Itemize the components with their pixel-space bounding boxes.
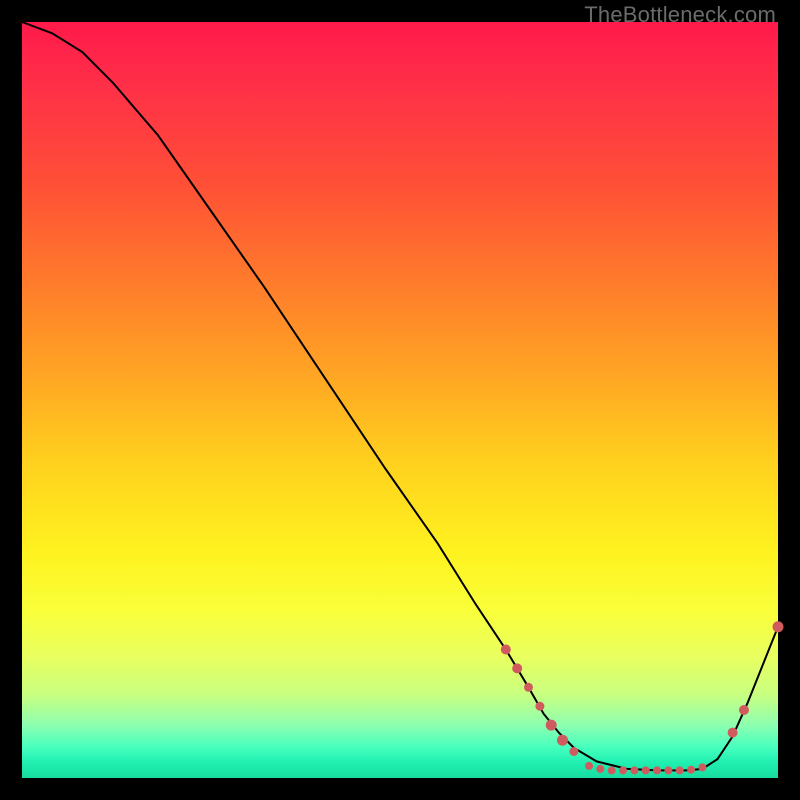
data-marker	[596, 765, 604, 773]
data-marker	[608, 766, 616, 774]
data-marker	[676, 766, 684, 774]
data-marker	[619, 766, 627, 774]
data-marker	[569, 747, 578, 756]
data-markers	[501, 621, 784, 774]
data-marker	[512, 663, 522, 673]
data-marker	[687, 766, 695, 774]
data-marker	[739, 705, 749, 715]
data-marker	[501, 645, 511, 655]
data-marker	[546, 720, 557, 731]
data-marker	[642, 766, 650, 774]
data-marker	[585, 762, 593, 770]
chart-overlay	[22, 22, 778, 778]
data-marker	[773, 621, 784, 632]
curve-line	[22, 22, 778, 770]
data-marker	[698, 763, 706, 771]
data-marker	[557, 735, 568, 746]
data-marker	[653, 766, 661, 774]
data-marker	[630, 766, 638, 774]
data-marker	[524, 683, 533, 692]
data-marker	[728, 728, 738, 738]
data-marker	[535, 702, 544, 711]
data-marker	[664, 766, 672, 774]
